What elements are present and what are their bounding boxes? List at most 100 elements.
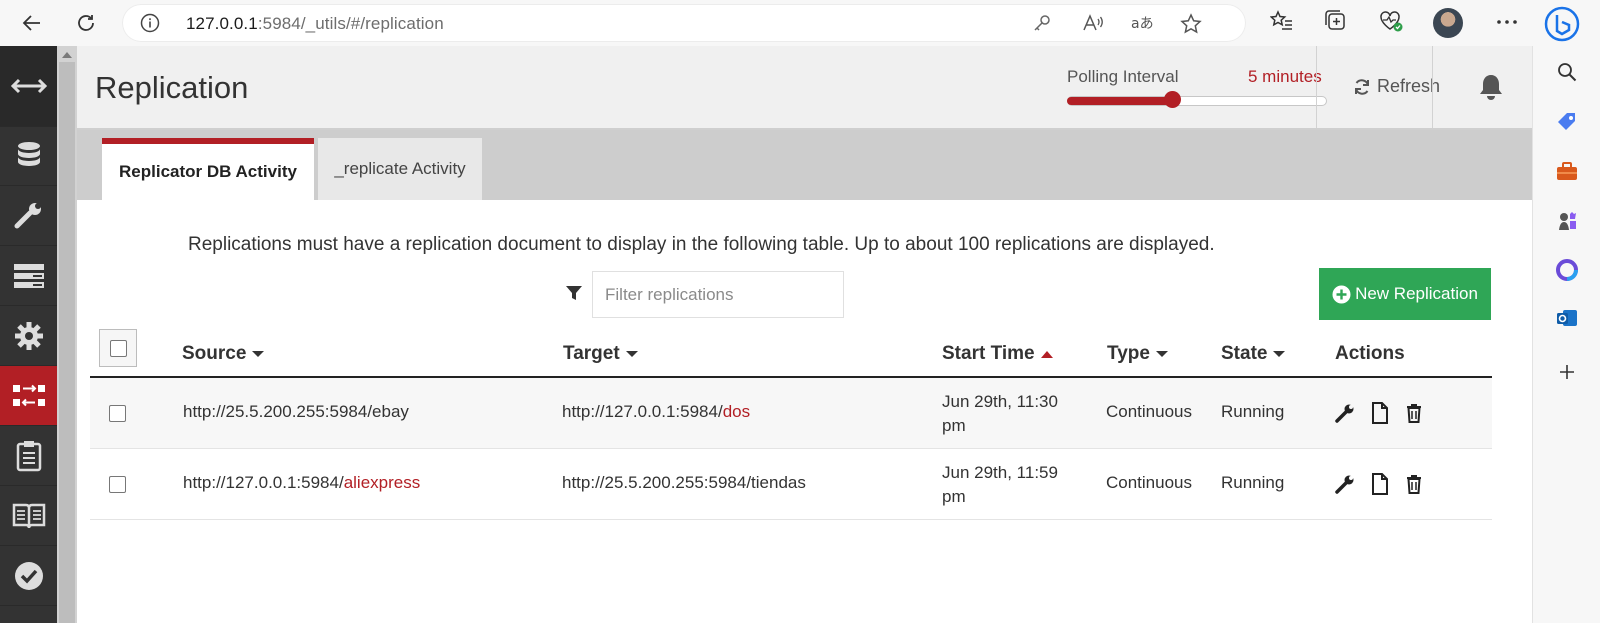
target-header-label: Target: [563, 343, 620, 364]
filter-funnel-icon: [565, 284, 583, 302]
polling-interval-slider[interactable]: [1067, 91, 1327, 108]
header-divider: [1432, 46, 1433, 128]
replication-page: Replication Polling Interval 5 minutes R…: [77, 46, 1532, 623]
browser-essentials-icon[interactable]: [1378, 9, 1404, 33]
config-gear-icon[interactable]: [0, 306, 57, 366]
table-header: Source Target Start Time Type State Acti…: [90, 326, 1492, 378]
start-time-line2: pm: [942, 487, 966, 506]
target-url: http://127.0.0.1:5984/: [562, 402, 723, 421]
setup-wrench-icon[interactable]: [0, 186, 57, 246]
target-cell[interactable]: http://25.5.200.255:5984/tiendas: [562, 473, 806, 493]
target-url: http://25.5.200.255:5984/tiendas: [562, 473, 806, 492]
page-header: Replication Polling Interval 5 minutes R…: [77, 46, 1532, 130]
column-header-target[interactable]: Target: [563, 343, 638, 365]
tab-bar: Replicator DB Activity _replicate Activi…: [77, 130, 1532, 200]
source-url: http://25.5.200.255:5984/ebay: [183, 402, 409, 421]
new-replication-button[interactable]: New Replication: [1319, 268, 1491, 320]
open-book-icon[interactable]: [0, 486, 57, 546]
slider-handle[interactable]: [1164, 91, 1181, 108]
shopping-tag-icon[interactable]: [1555, 110, 1579, 134]
sort-caret-down-icon: [625, 351, 638, 357]
slider-fill: [1067, 97, 1173, 105]
document-icon[interactable]: [1371, 473, 1389, 495]
toggle-nav-arrows-icon[interactable]: [0, 46, 57, 127]
replication-icon[interactable]: [0, 366, 57, 426]
edit-wrench-icon[interactable]: [1335, 403, 1355, 423]
more-options-icon[interactable]: [1496, 12, 1518, 32]
profile-avatar[interactable]: [1433, 8, 1463, 38]
favorite-star-icon[interactable]: [1180, 13, 1202, 35]
column-header-start-time[interactable]: Start Time: [942, 343, 1053, 365]
outlook-icon[interactable]: [1555, 306, 1579, 330]
documentation-clipboard-icon[interactable]: [0, 426, 57, 486]
column-header-type[interactable]: Type: [1107, 343, 1168, 365]
read-aloud-icon[interactable]: [1082, 13, 1104, 33]
replications-table: Source Target Start Time Type State Acti…: [90, 326, 1492, 520]
polling-interval-value: 5 minutes: [1248, 67, 1322, 86]
collections-icon[interactable]: [1324, 9, 1348, 33]
back-arrow-icon[interactable]: [16, 7, 48, 39]
sort-caret-down-icon: [1155, 351, 1168, 357]
filter-replications-input[interactable]: [592, 271, 844, 318]
browser-sidebar: [1532, 46, 1600, 623]
type-header-label: Type: [1107, 343, 1150, 364]
add-icon[interactable]: [1555, 360, 1579, 384]
scroll-up-arrow-icon[interactable]: [62, 52, 72, 58]
delete-trash-icon[interactable]: [1405, 403, 1423, 423]
copilot-icon[interactable]: [1544, 6, 1580, 42]
reload-icon[interactable]: [70, 7, 102, 39]
databases-icon[interactable]: [0, 126, 57, 186]
refresh-button[interactable]: Refresh: [1353, 76, 1440, 97]
actions-header-label: Actions: [1335, 343, 1405, 364]
column-header-source[interactable]: Source: [182, 343, 265, 365]
edit-wrench-icon[interactable]: [1335, 474, 1355, 494]
tab-replicator-db-activity[interactable]: Replicator DB Activity: [102, 138, 314, 200]
sort-caret-down-icon: [1273, 351, 1286, 357]
active-tasks-icon[interactable]: [0, 246, 57, 306]
url-text: 127.0.0.1:5984/_utils/#/replication: [186, 14, 444, 34]
type-cell: Continuous: [1106, 473, 1193, 492]
start-time-header-label: Start Time: [942, 343, 1035, 364]
source-cell[interactable]: http://127.0.0.1:5984/aliexpress: [183, 473, 420, 493]
column-header-actions: Actions: [1335, 343, 1405, 365]
browser-toolbar: 127.0.0.1:5984/_utils/#/replication aあ: [0, 0, 1600, 47]
delete-trash-icon[interactable]: [1405, 474, 1423, 494]
table-row: http://25.5.200.255:5984/ebay http://127…: [90, 378, 1492, 449]
scrollbar-thumb[interactable]: [59, 62, 75, 623]
start-time-line1: Jun 29th, 11:59: [942, 463, 1058, 482]
row-actions: [1335, 402, 1423, 424]
translate-icon[interactable]: aあ: [1130, 13, 1154, 33]
row-checkbox[interactable]: [109, 405, 126, 422]
type-cell: Continuous: [1106, 402, 1193, 421]
sidebar-search-icon[interactable]: [1555, 60, 1579, 84]
target-cell[interactable]: http://127.0.0.1:5984/dos: [562, 402, 750, 422]
header-divider: [1316, 46, 1317, 128]
address-bar[interactable]: 127.0.0.1:5984/_utils/#/replication aあ: [122, 4, 1246, 42]
refresh-icon: [1355, 78, 1369, 95]
sort-caret-up-icon: [1040, 350, 1053, 358]
verify-check-icon[interactable]: [0, 546, 57, 606]
state-header-label: State: [1221, 343, 1268, 364]
tab-replicate-activity[interactable]: _replicate Activity: [318, 138, 482, 200]
source-cell[interactable]: http://25.5.200.255:5984/ebay: [183, 402, 409, 422]
favorites-list-icon[interactable]: [1270, 9, 1294, 33]
page-title: Replication: [95, 70, 249, 105]
tools-briefcase-icon[interactable]: [1555, 160, 1579, 184]
games-chess-icon[interactable]: [1555, 209, 1579, 233]
microsoft365-icon[interactable]: [1555, 258, 1579, 282]
polling-interval-label: Polling Interval: [1067, 67, 1179, 86]
page-scrollbar[interactable]: [57, 46, 77, 623]
notifications-bell-icon[interactable]: [1476, 72, 1506, 102]
key-icon[interactable]: [1032, 13, 1052, 33]
document-icon[interactable]: [1371, 402, 1389, 424]
state-cell: Running: [1221, 402, 1285, 421]
column-header-state[interactable]: State: [1221, 343, 1286, 365]
start-time-cell: Jun 29th, 11:59 pm: [942, 461, 1072, 509]
row-checkbox[interactable]: [109, 476, 126, 493]
select-all-checkbox-wrapper[interactable]: [99, 329, 137, 367]
sort-caret-down-icon: [252, 351, 265, 357]
app-sidebar: [0, 46, 57, 623]
select-all-checkbox[interactable]: [109, 339, 127, 357]
site-info-icon[interactable]: [140, 13, 160, 33]
plus-circle-icon: [1332, 285, 1351, 303]
